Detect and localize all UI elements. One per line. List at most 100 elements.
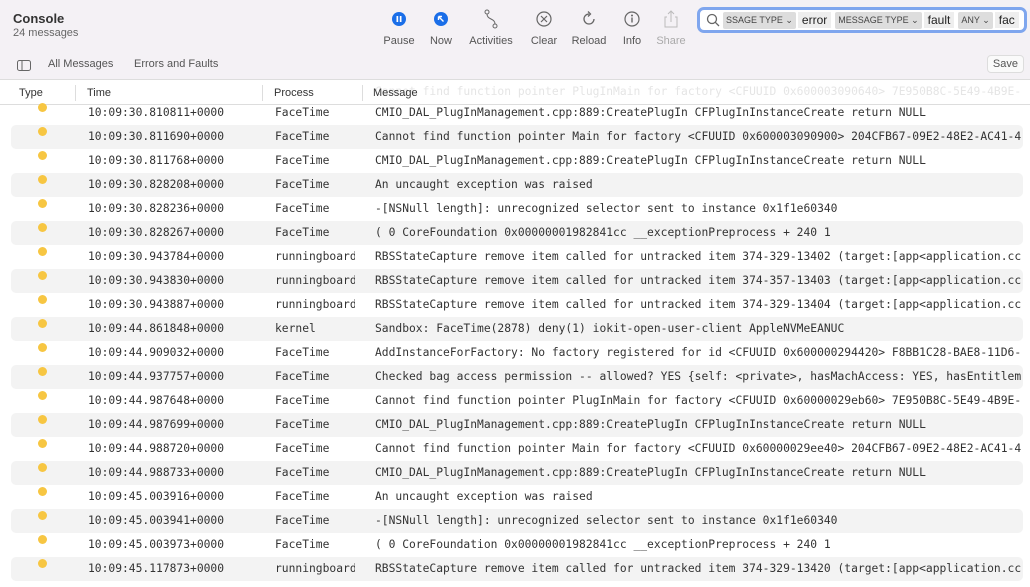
row-time: 10:09:30.943830+0000 <box>88 274 225 287</box>
search-token-value[interactable]: fac <box>994 12 1019 28</box>
search-token-value[interactable]: fault <box>923 12 955 28</box>
column-time[interactable]: Time <box>87 87 111 99</box>
row-time: 10:09:44.988733+0000 <box>88 466 225 479</box>
row-message: RBSStateCapture remove item called for u… <box>375 298 1022 311</box>
table-row[interactable]: 10:09:44.937757+0000 FaceTime Checked bag … <box>11 365 1023 389</box>
fault-indicator-icon <box>38 319 47 328</box>
filter-errors-and-faults[interactable]: Errors and Faults <box>134 58 218 70</box>
sidebar-toggle-icon[interactable] <box>17 60 31 71</box>
search-icon <box>706 13 720 27</box>
row-time: 10:09:30.828267+0000 <box>88 226 225 239</box>
row-time: 10:09:30.943887+0000 <box>88 298 225 311</box>
toolbar: Console 24 messages Pause Now Activities Cl… <box>0 0 1030 52</box>
row-time: 10:09:30.943784+0000 <box>88 250 225 263</box>
fault-indicator-icon <box>38 271 47 280</box>
share-button: Share <box>641 8 701 47</box>
fault-indicator-icon <box>38 487 47 496</box>
row-time: 10:09:45.003941+0000 <box>88 514 225 527</box>
table-row[interactable]: 10:09:30.828236+0000 FaceTime -[NSNull len… <box>11 197 1023 221</box>
row-message: RBSStateCapture remove item called for u… <box>375 562 1022 575</box>
column-divider[interactable] <box>75 85 76 101</box>
fault-indicator-icon <box>38 535 47 544</box>
row-process: FaceTime <box>275 346 330 359</box>
row-process: FaceTime <box>275 514 330 527</box>
share-icon <box>641 8 701 30</box>
row-message: CMIO_DAL_PlugInManagement.cpp:889:Create… <box>375 418 926 431</box>
row-process: runningboard <box>275 274 355 287</box>
table-row[interactable]: 10:09:44.987648+0000 FaceTime Cannot find … <box>11 389 1023 413</box>
row-time: 10:09:44.987699+0000 <box>88 418 225 431</box>
table-row[interactable]: 10:09:45.117873+0000 runningboard RBSState… <box>11 557 1023 581</box>
row-message: An uncaught exception was raised <box>375 178 593 191</box>
row-process: FaceTime <box>275 178 330 191</box>
row-time: 10:09:45.117873+0000 <box>88 562 225 575</box>
table-row[interactable]: 10:09:44.861848+0000 kernel Sandbox: FaceT… <box>11 317 1023 341</box>
row-process: FaceTime <box>275 202 330 215</box>
search-token-type[interactable]: SSAGE TYPE ⌄ <box>723 11 796 29</box>
token-type-label: SSAGE TYPE <box>726 14 783 25</box>
table-row[interactable]: 10:09:30.828208+0000 FaceTime An uncaught … <box>11 173 1023 197</box>
log-table: 10:09:30.810811+0000 FaceTime CMIO_DAL_Plu… <box>0 101 1030 581</box>
row-process: FaceTime <box>275 538 330 551</box>
column-message[interactable]: Message <box>373 87 418 99</box>
row-message: CMIO_DAL_PlugInManagement.cpp:889:Create… <box>375 106 926 119</box>
activities-button[interactable]: Activities <box>461 8 521 47</box>
table-row[interactable]: 10:09:30.943887+0000 runningboard RBSState… <box>11 293 1023 317</box>
row-process: FaceTime <box>275 130 330 143</box>
column-process[interactable]: Process <box>274 87 314 99</box>
row-message: CMIO_DAL_PlugInManagement.cpp:889:Create… <box>375 466 926 479</box>
fault-indicator-icon <box>38 151 47 160</box>
row-message: ( 0 CoreFoundation 0x00000001982841cc __… <box>375 226 831 239</box>
activities-icon <box>461 8 521 30</box>
search-token-type[interactable]: MESSAGE TYPE ⌄ <box>835 11 922 29</box>
column-divider[interactable] <box>262 85 263 101</box>
fault-indicator-icon <box>38 391 47 400</box>
column-type[interactable]: Type <box>19 87 43 99</box>
table-row[interactable]: 10:09:44.909032+0000 FaceTime AddInstanceF… <box>11 341 1023 365</box>
table-row[interactable]: 10:09:44.987699+0000 FaceTime CMIO_DAL_Plu… <box>11 413 1023 437</box>
row-message: Cannot find function pointer Main for fa… <box>375 442 1022 455</box>
table-row[interactable]: 10:09:45.003973+0000 FaceTime ( 0 CoreFoun… <box>11 533 1023 557</box>
search-field[interactable]: SSAGE TYPE ⌄ error MESSAGE TYPE ⌄ fault ANY … <box>697 7 1027 33</box>
row-process: kernel <box>275 322 316 335</box>
row-process: FaceTime <box>275 418 330 431</box>
table-row[interactable]: 10:09:30.810811+0000 FaceTime CMIO_DAL_Plu… <box>11 101 1023 125</box>
table-row[interactable]: 10:09:44.988720+0000 FaceTime Cannot find … <box>11 437 1023 461</box>
row-time: 10:09:30.828236+0000 <box>88 202 225 215</box>
search-token-type[interactable]: ANY ⌄ <box>958 11 993 29</box>
row-process: FaceTime <box>275 106 330 119</box>
row-time: 10:09:45.003916+0000 <box>88 490 225 503</box>
table-row[interactable]: 10:09:30.943830+0000 runningboard RBSState… <box>11 269 1023 293</box>
table-row[interactable]: 10:09:30.828267+0000 FaceTime ( 0 CoreFoun… <box>11 221 1023 245</box>
save-button[interactable]: Save <box>986 55 1024 73</box>
fault-indicator-icon <box>38 247 47 256</box>
table-row[interactable]: 10:09:45.003941+0000 FaceTime -[NSNull len… <box>11 509 1023 533</box>
row-time: 10:09:44.988720+0000 <box>88 442 225 455</box>
row-process: runningboard <box>275 298 355 311</box>
fault-indicator-icon <box>38 415 47 424</box>
row-process: FaceTime <box>275 370 330 383</box>
fault-indicator-icon <box>38 367 47 376</box>
row-message: RBSStateCapture remove item called for u… <box>375 250 1022 263</box>
row-time: 10:09:30.811768+0000 <box>88 154 225 167</box>
row-message: RBSStateCapture remove item called for u… <box>375 274 1022 287</box>
row-message: An uncaught exception was raised <box>375 490 593 503</box>
fault-indicator-icon <box>38 223 47 232</box>
button-label: Share <box>656 35 686 47</box>
message-count: 24 messages <box>13 27 79 39</box>
table-row[interactable]: 10:09:30.811768+0000 FaceTime CMIO_DAL_Plu… <box>11 149 1023 173</box>
filter-all-messages[interactable]: All Messages <box>48 58 113 70</box>
column-divider[interactable] <box>362 85 363 101</box>
search-token-value[interactable]: error <box>797 12 832 28</box>
row-time: 10:09:30.811690+0000 <box>88 130 225 143</box>
row-process: FaceTime <box>275 466 330 479</box>
table-row[interactable]: 10:09:30.811690+0000 FaceTime Cannot find … <box>11 125 1023 149</box>
row-message: Cannot find function pointer Main for fa… <box>375 130 1022 143</box>
row-time: 10:09:44.987648+0000 <box>88 394 225 407</box>
table-row[interactable]: 10:09:45.003916+0000 FaceTime An uncaught … <box>11 485 1023 509</box>
token-type-label: ANY <box>961 14 980 25</box>
table-row[interactable]: 10:09:30.943784+0000 runningboard RBSState… <box>11 245 1023 269</box>
table-row[interactable]: 10:09:44.988733+0000 FaceTime CMIO_DAL_Plu… <box>11 461 1023 485</box>
fault-indicator-icon <box>38 199 47 208</box>
row-time: 10:09:44.909032+0000 <box>88 346 225 359</box>
